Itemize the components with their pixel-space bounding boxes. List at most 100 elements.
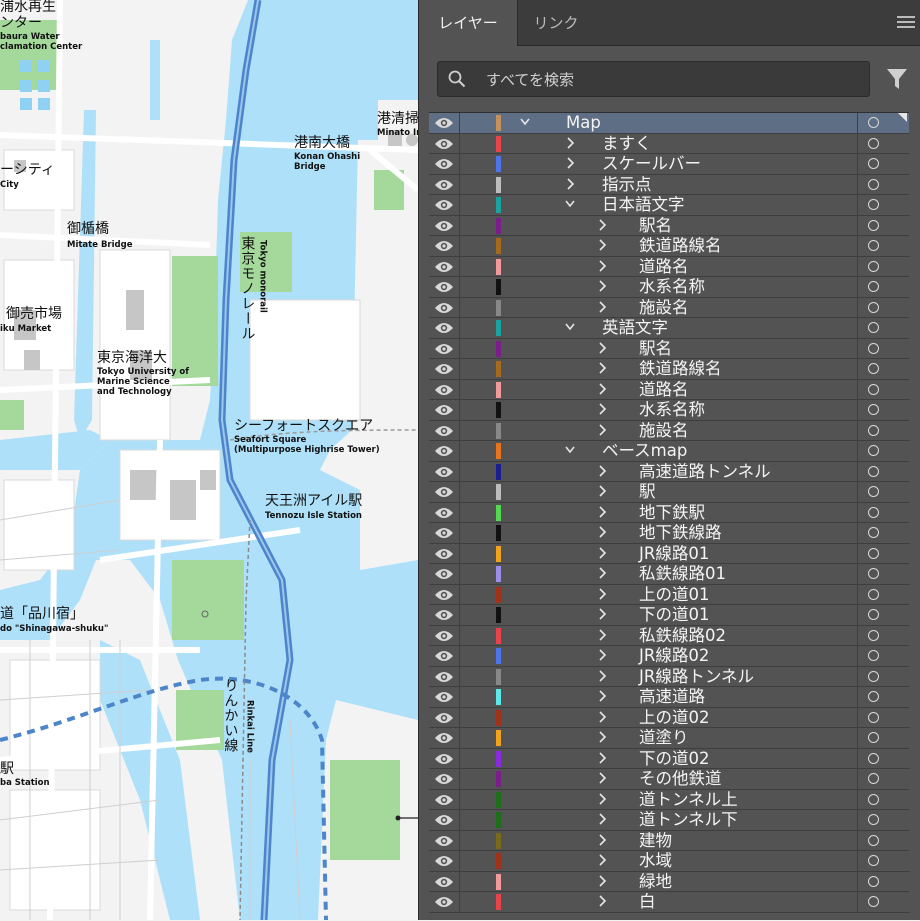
eye-icon[interactable] <box>434 608 454 622</box>
chevron-right-icon[interactable] <box>597 628 607 641</box>
target-circle-icon[interactable] <box>868 117 879 128</box>
target-circle-icon[interactable] <box>868 240 879 251</box>
chevron-right-icon[interactable] <box>597 505 607 518</box>
eye-icon[interactable] <box>434 813 454 827</box>
target-circle-icon[interactable] <box>868 219 879 231</box>
layer-row[interactable]: 指示点 <box>429 174 909 195</box>
eye-icon[interactable] <box>434 895 454 909</box>
eye-icon[interactable] <box>434 239 454 253</box>
eye-icon[interactable] <box>434 690 454 704</box>
eye-icon[interactable] <box>434 198 454 212</box>
eye-icon[interactable] <box>434 854 454 868</box>
chevron-right-icon[interactable] <box>597 341 607 354</box>
target-circle-icon[interactable] <box>868 199 879 210</box>
eye-icon[interactable] <box>434 362 454 376</box>
layer-row[interactable]: 私鉄線路01 <box>429 564 909 585</box>
layer-row[interactable]: 地下鉄駅 <box>429 502 909 523</box>
chevron-right-icon[interactable] <box>597 813 607 825</box>
eye-icon[interactable] <box>434 178 454 192</box>
eye-icon[interactable] <box>434 219 454 233</box>
eye-icon[interactable] <box>434 383 454 397</box>
chevron-right-icon[interactable] <box>597 546 607 559</box>
chevron-right-icon[interactable] <box>597 362 607 374</box>
target-circle-icon[interactable] <box>868 424 879 436</box>
target-circle-icon[interactable] <box>868 629 879 641</box>
tab-links[interactable]: リンク <box>517 0 595 46</box>
eye-icon[interactable] <box>434 403 454 417</box>
eye-icon[interactable] <box>434 342 454 356</box>
chevron-right-icon[interactable] <box>597 300 607 313</box>
target-circle-icon[interactable] <box>868 814 879 825</box>
chevron-right-icon[interactable] <box>597 239 607 251</box>
layer-row[interactable]: Map <box>429 113 909 134</box>
target-circle-icon[interactable] <box>868 834 879 846</box>
chevron-right-icon[interactable] <box>597 833 607 846</box>
layer-row[interactable]: 道路名 <box>429 256 909 277</box>
target-circle-icon[interactable] <box>868 137 879 149</box>
layer-row[interactable]: 高速道路トンネル <box>429 461 909 482</box>
layer-row[interactable]: 水系名称 <box>429 400 909 421</box>
target-circle-icon[interactable] <box>868 588 879 600</box>
eye-icon[interactable] <box>434 260 454 274</box>
eye-icon[interactable] <box>434 875 454 889</box>
target-circle-icon[interactable] <box>868 363 879 374</box>
target-circle-icon[interactable] <box>868 670 879 682</box>
target-circle-icon[interactable] <box>868 465 879 477</box>
chevron-right-icon[interactable] <box>565 177 575 190</box>
eye-icon[interactable] <box>434 116 454 130</box>
layer-row[interactable]: 下の道01 <box>429 605 909 626</box>
layer-row[interactable]: 鉄道路線名 <box>429 359 909 380</box>
layer-row[interactable]: 水系名称 <box>429 277 909 298</box>
layer-row[interactable]: 鉄道路線名 <box>429 236 909 257</box>
target-circle-icon[interactable] <box>868 260 879 272</box>
target-circle-icon[interactable] <box>868 732 879 743</box>
eye-icon[interactable] <box>434 506 454 520</box>
layer-row[interactable]: JR線路02 <box>429 646 909 667</box>
target-circle-icon[interactable] <box>868 875 879 887</box>
target-circle-icon[interactable] <box>868 793 879 805</box>
layer-row[interactable]: 道塗り <box>429 728 909 749</box>
layer-row[interactable]: JR線路トンネル <box>429 666 909 687</box>
eye-icon[interactable] <box>434 588 454 602</box>
layer-row[interactable]: 駅名 <box>429 338 909 359</box>
target-circle-icon[interactable] <box>868 752 879 764</box>
layer-row[interactable]: 英語文字 <box>429 318 909 339</box>
eye-icon[interactable] <box>434 526 454 540</box>
eye-icon[interactable] <box>434 424 454 438</box>
eye-icon[interactable] <box>434 670 454 684</box>
layer-row[interactable]: 駅名 <box>429 215 909 236</box>
eye-icon[interactable] <box>434 301 454 315</box>
target-circle-icon[interactable] <box>868 711 879 723</box>
layer-row[interactable]: スケールバー <box>429 154 909 175</box>
chevron-right-icon[interactable] <box>597 464 607 477</box>
chevron-down-icon[interactable] <box>565 198 575 210</box>
target-circle-icon[interactable] <box>868 342 879 354</box>
target-circle-icon[interactable] <box>868 445 879 456</box>
eye-icon[interactable] <box>434 567 454 581</box>
layer-row[interactable]: 上の道01 <box>429 584 909 605</box>
layer-row[interactable]: 道トンネル上 <box>429 789 909 810</box>
chevron-right-icon[interactable] <box>597 403 607 415</box>
chevron-right-icon[interactable] <box>597 526 607 538</box>
target-circle-icon[interactable] <box>868 855 879 866</box>
chevron-right-icon[interactable] <box>597 382 607 395</box>
chevron-right-icon[interactable] <box>597 218 607 231</box>
layer-row[interactable]: その他鉄道 <box>429 769 909 790</box>
tab-layers[interactable]: レイヤー <box>419 0 518 46</box>
layer-row[interactable]: ますく <box>429 133 909 154</box>
layer-row[interactable]: 建物 <box>429 830 909 851</box>
layer-row[interactable]: 上の道02 <box>429 707 909 728</box>
eye-icon[interactable] <box>434 157 454 171</box>
layer-row[interactable]: 下の道02 <box>429 748 909 769</box>
eye-icon[interactable] <box>434 752 454 766</box>
eye-icon[interactable] <box>434 137 454 151</box>
eye-icon[interactable] <box>434 465 454 479</box>
eye-icon[interactable] <box>434 321 454 335</box>
chevron-right-icon[interactable] <box>597 649 607 661</box>
target-circle-icon[interactable] <box>868 527 879 538</box>
layer-row[interactable]: JR線路01 <box>429 543 909 564</box>
target-circle-icon[interactable] <box>868 609 879 620</box>
layer-row[interactable]: 緑地 <box>429 871 909 892</box>
layer-row[interactable]: 白 <box>429 892 909 913</box>
panel-menu-icon[interactable] <box>897 13 915 29</box>
